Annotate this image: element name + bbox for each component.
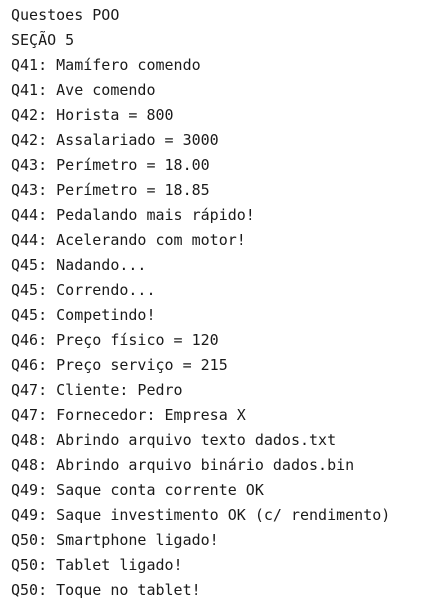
console-line: Q44: Pedalando mais rápido!	[11, 206, 255, 224]
console-line: Q45: Nadando...	[11, 256, 147, 274]
console-line: Q46: Preço físico = 120	[11, 331, 219, 349]
console-line: Q45: Correndo...	[11, 281, 156, 299]
console-line: Q50: Smartphone ligado!	[11, 531, 219, 549]
console-line: Q47: Cliente: Pedro	[11, 381, 183, 399]
console-line: Q43: Perímetro = 18.00	[11, 156, 210, 174]
console-line: Q43: Perímetro = 18.85	[11, 181, 210, 199]
console-line: Q42: Horista = 800	[11, 106, 174, 124]
console-output: Questoes POO SEÇÃO 5 Q41: Mamífero comen…	[0, 0, 431, 606]
console-line: Q48: Abrindo arquivo texto dados.txt	[11, 431, 337, 449]
console-line: SEÇÃO 5	[11, 31, 75, 49]
console-line: Q45: Competindo!	[11, 306, 156, 324]
console-line: Q50: Tablet ligado!	[11, 556, 183, 574]
console-line: Q44: Acelerando com motor!	[11, 231, 246, 249]
console-line: Q42: Assalariado = 3000	[11, 131, 219, 149]
console-line: Q50: Toque no tablet!	[11, 581, 201, 599]
console-line: Q46: Preço serviço = 215	[11, 356, 228, 374]
console-line: Q41: Mamífero comendo	[11, 56, 201, 74]
console-line: Q49: Saque conta corrente OK	[11, 481, 264, 499]
console-line: Q49: Saque investimento OK (c/ rendiment…	[11, 506, 391, 524]
console-line: Q47: Fornecedor: Empresa X	[11, 406, 246, 424]
console-line: Q48: Abrindo arquivo binário dados.bin	[11, 456, 355, 474]
console-line: Questoes POO	[11, 6, 120, 24]
console-line: Q41: Ave comendo	[11, 81, 156, 99]
